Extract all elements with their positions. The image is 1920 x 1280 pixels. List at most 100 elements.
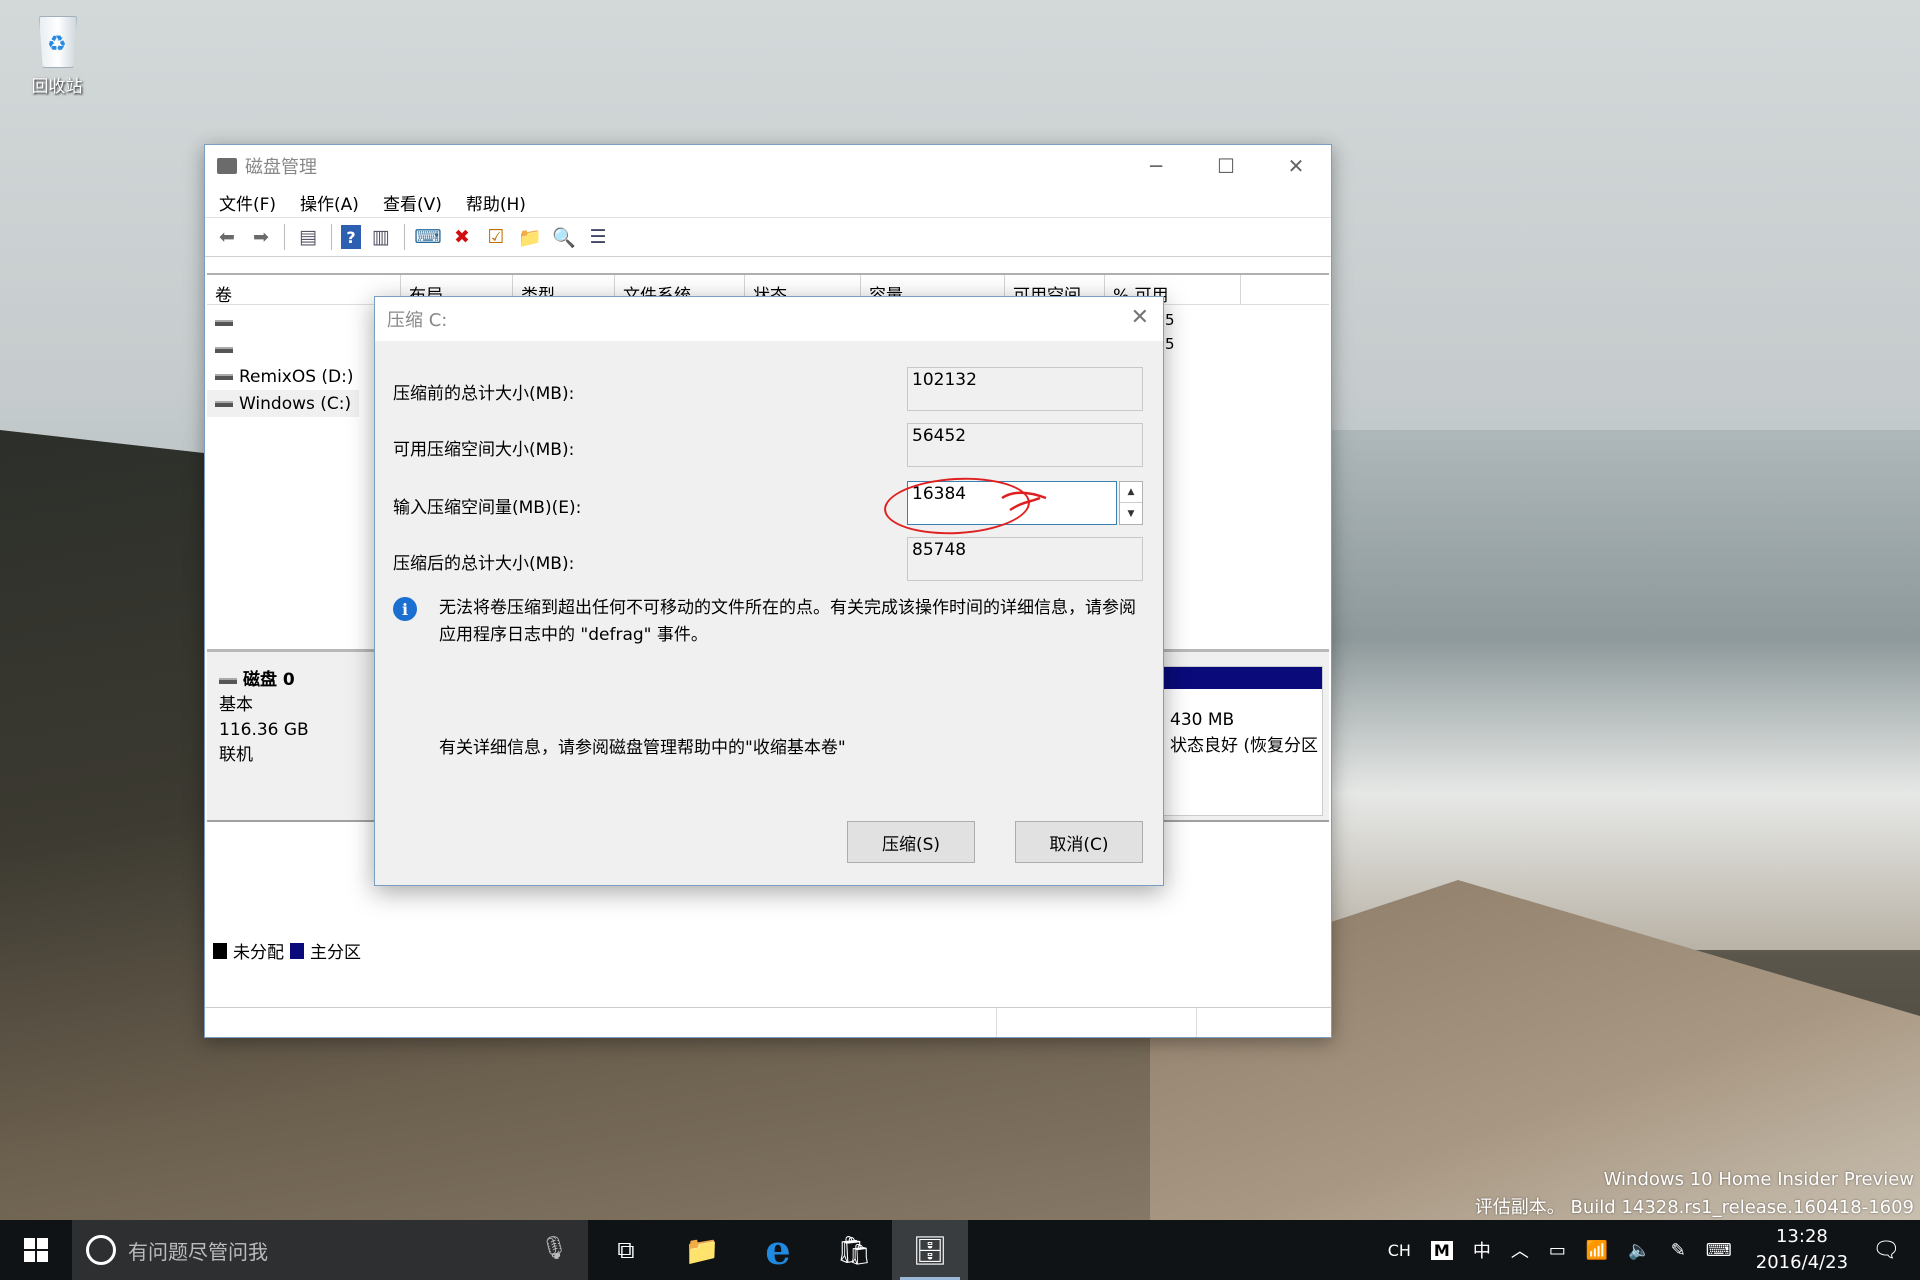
back-arrow-icon[interactable]: ⬅ xyxy=(213,223,241,251)
legend-swatch-unallocated xyxy=(213,942,227,959)
drive-icon xyxy=(215,373,233,380)
ime-mode[interactable]: 中 xyxy=(1473,1237,1491,1263)
taskbar-edge[interactable]: e xyxy=(740,1220,816,1280)
taskbar-disk-management[interactable]: 🗄 xyxy=(892,1220,968,1280)
field-available-shrink: 可用压缩空间大小(MB): 56452 xyxy=(393,423,1145,467)
dialog-title: 压缩 C: xyxy=(387,310,448,331)
legend-swatch-primary xyxy=(290,942,304,959)
shrink-amount-input[interactable]: 16384 xyxy=(907,481,1117,525)
partition-status: 状态良好 (恢复分区 xyxy=(1170,736,1319,756)
info-message: 无法将卷压缩到超出任何不可移动的文件所在的点。有关完成该操作时间的详细信息，请参… xyxy=(439,598,1136,645)
dialog-titlebar[interactable]: 压缩 C: xyxy=(375,297,1163,341)
disk-type: 基本 xyxy=(219,695,253,715)
taskbar-store[interactable]: 🛍 xyxy=(816,1220,892,1280)
field-shrink-amount: 输入压缩空间量(MB)(E): 16384 ▲ ▼ xyxy=(393,481,1145,525)
cancel-button[interactable]: 取消(C) xyxy=(1015,821,1143,863)
volume-row-windows[interactable]: Windows (C:) xyxy=(207,390,359,417)
drive-icon xyxy=(215,346,233,353)
spin-down-icon[interactable]: ▼ xyxy=(1120,503,1142,524)
show-hidden-icons-chevron-icon[interactable]: ︿ xyxy=(1511,1237,1529,1263)
total-before-value: 102132 xyxy=(907,367,1143,411)
status-bar xyxy=(205,1007,1331,1037)
delete-icon[interactable]: ✖ xyxy=(448,223,476,251)
info-icon: i xyxy=(393,597,417,621)
menu-view[interactable]: 查看(V) xyxy=(383,190,442,215)
available-shrink-value: 56452 xyxy=(907,423,1143,467)
menu-help[interactable]: 帮助(H) xyxy=(466,190,526,215)
menu-file[interactable]: 文件(F) xyxy=(219,190,276,215)
legend-primary: 主分区 xyxy=(310,943,361,963)
microphone-icon[interactable]: 🎙 xyxy=(540,1236,568,1261)
maximize-button[interactable]: ☐ xyxy=(1191,145,1261,187)
menu-bar: 文件(F) 操作(A) 查看(V) 帮助(H) xyxy=(205,187,1331,217)
disk-0-info: 磁盘 0 基本 116.36 GB 联机 xyxy=(219,668,309,768)
taskbar: 有问题尽管问我 🎙 ⧉ 📁 e 🛍 🗄 CH M 中 ︿ ▭ 📶 🔈 ✎ ⌨ 1… xyxy=(0,1220,1920,1280)
windows-watermark: Windows 10 Home Insider Preview 评估副本。 Bu… xyxy=(1474,1169,1914,1218)
field-label: 可用压缩空间大小(MB): xyxy=(393,440,575,460)
folder-up-icon[interactable]: 📁 xyxy=(516,223,544,251)
legend-unallocated: 未分配 xyxy=(233,943,284,963)
edge-icon: e xyxy=(765,1226,791,1274)
field-label: 输入压缩空间量(MB)(E): xyxy=(393,498,582,518)
window-titlebar[interactable]: 磁盘管理 ─ ☐ ✕ xyxy=(205,145,1331,187)
search-placeholder: 有问题尽管问我 xyxy=(128,1239,268,1264)
clock-date: 2016/4/23 xyxy=(1755,1252,1849,1273)
search-folder-icon[interactable]: 🔍 xyxy=(550,223,578,251)
keyboard-icon[interactable]: ⌨ xyxy=(1706,1240,1732,1261)
disk-size: 116.36 GB xyxy=(219,720,309,740)
drive-icon xyxy=(215,400,233,407)
task-view-button[interactable]: ⧉ xyxy=(588,1220,664,1280)
legend: 未分配 主分区 xyxy=(213,938,361,963)
clock-time: 13:28 xyxy=(1775,1226,1828,1247)
dialog-close-button[interactable]: ✕ xyxy=(1131,305,1149,330)
taskbar-file-explorer[interactable]: 📁 xyxy=(664,1220,740,1280)
shrink-button[interactable]: 压缩(S) xyxy=(847,821,975,863)
disk-icon xyxy=(219,677,237,684)
ime-m-icon[interactable]: M xyxy=(1430,1240,1453,1260)
recycle-bin-desktop-icon[interactable]: ♻ 回收站 xyxy=(20,8,94,97)
volume-name: RemixOS (D:) xyxy=(239,366,354,387)
battery-icon[interactable]: ▭ xyxy=(1549,1240,1566,1261)
clock[interactable]: 13:28 2016/4/23 xyxy=(1756,1224,1848,1276)
drive-icon xyxy=(215,319,233,326)
ime-language[interactable]: CH xyxy=(1388,1241,1411,1260)
cortana-icon xyxy=(86,1235,116,1265)
forward-arrow-icon[interactable]: ➡ xyxy=(247,223,275,251)
percent-free-value: 5 xyxy=(1165,335,1175,353)
action-center-icon[interactable]: 🗨 xyxy=(1872,1238,1900,1263)
connect-icon[interactable]: ⌨ xyxy=(414,223,442,251)
help-icon[interactable]: ? xyxy=(341,225,361,249)
minimize-button[interactable]: ─ xyxy=(1121,145,1191,187)
partition-size: 430 MB xyxy=(1170,710,1235,730)
spin-up-icon[interactable]: ▲ xyxy=(1120,482,1142,503)
disk-name: 磁盘 0 xyxy=(243,670,295,690)
recycle-bin-icon: ♻ xyxy=(31,8,83,70)
network-icon[interactable]: 📶 xyxy=(1586,1240,1608,1261)
start-button[interactable] xyxy=(0,1220,72,1280)
menu-action[interactable]: 操作(A) xyxy=(300,190,359,215)
pen-icon[interactable]: ✎ xyxy=(1671,1240,1686,1261)
close-button[interactable]: ✕ xyxy=(1261,145,1331,187)
cortana-search-box[interactable]: 有问题尽管问我 🎙 xyxy=(72,1220,588,1280)
task-view-icon: ⧉ xyxy=(617,1236,635,1264)
shrink-dialog: 压缩 C: ✕ 压缩前的总计大小(MB): 102132 可用压缩空间大小(MB… xyxy=(374,296,1164,886)
partition-bar xyxy=(1164,667,1322,689)
store-icon: 🛍 xyxy=(836,1233,872,1267)
recycle-bin-label: 回收站 xyxy=(31,77,83,97)
disk-management-app-icon xyxy=(217,158,237,174)
check-icon[interactable]: ☑ xyxy=(482,223,510,251)
list-view-icon[interactable]: ☰ xyxy=(584,223,612,251)
col-volume[interactable]: 卷 xyxy=(207,275,401,306)
help-message: 有关详细信息，请参阅磁盘管理帮助中的"收缩基本卷" xyxy=(439,738,846,758)
volume-icon[interactable]: 🔈 xyxy=(1628,1240,1650,1261)
properties-icon[interactable]: ▥ xyxy=(367,223,395,251)
console-tree-icon[interactable]: ▤ xyxy=(294,223,322,251)
field-total-before: 压缩前的总计大小(MB): 102132 xyxy=(393,367,1145,411)
shrink-amount-spinner[interactable]: ▲ ▼ xyxy=(1119,481,1143,525)
recovery-partition[interactable]: 430 MB 状态良好 (恢复分区 xyxy=(1163,666,1323,816)
toolbar: ⬅ ➡ ▤ ? ▥ ⌨ ✖ ☑ 📁 🔍 ☰ xyxy=(205,217,1331,257)
field-label: 压缩后的总计大小(MB): xyxy=(393,554,575,574)
windows-logo-icon xyxy=(24,1238,48,1262)
total-after-value: 85748 xyxy=(907,537,1143,581)
volume-name: Windows (C:) xyxy=(239,393,352,414)
